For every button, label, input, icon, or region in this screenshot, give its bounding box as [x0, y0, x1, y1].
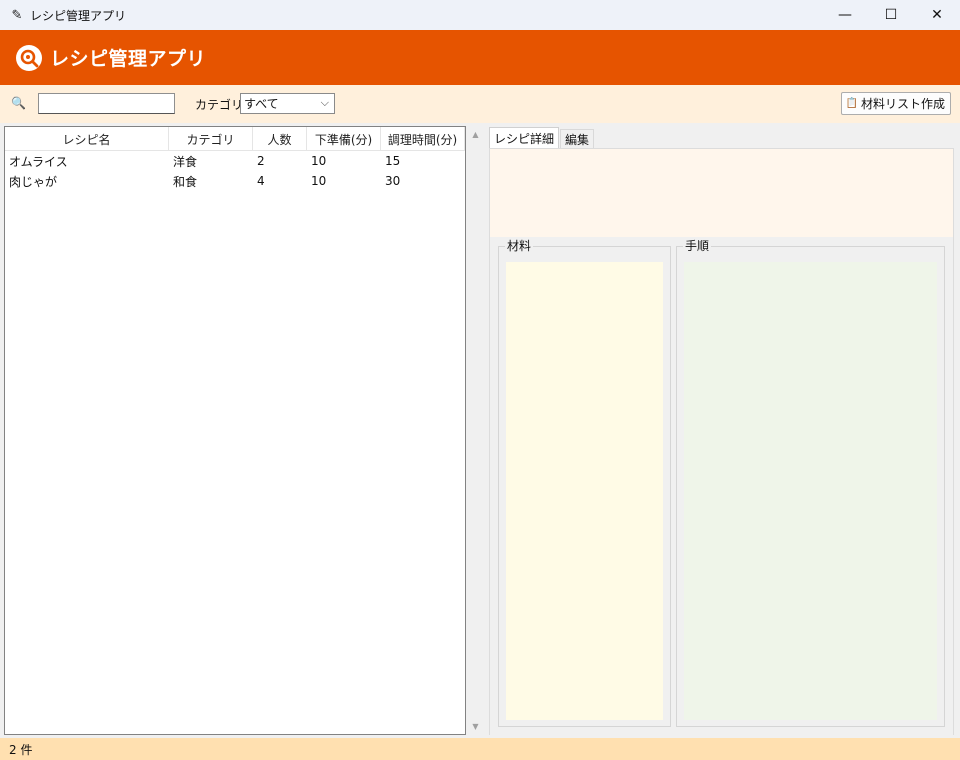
chevron-down-icon: ⌵ — [320, 96, 329, 109]
search-input[interactable] — [38, 93, 175, 114]
column-header-cook-time[interactable]: 調理時間(分) — [381, 127, 465, 151]
search-magnifier-icon — [16, 44, 42, 71]
ingredients-label: 材料 — [505, 239, 534, 253]
cell-servings: 4 — [257, 174, 265, 188]
ingredients-text[interactable] — [506, 262, 663, 720]
cell-cook-time: 15 — [385, 154, 401, 168]
table-row[interactable]: 肉じゃが 和食 4 10 30 — [5, 171, 465, 191]
steps-label: 手順 — [683, 239, 712, 253]
maximize-button[interactable]: ☐ — [868, 0, 914, 30]
steps-text[interactable] — [684, 262, 937, 720]
recipe-table[interactable]: レシピ名 カテゴリ 人数 下準備(分) 調理時間(分) オムライス 洋食 2 1… — [4, 126, 466, 735]
table-row[interactable]: オムライス 洋食 2 10 15 — [5, 151, 465, 171]
recipe-count: 2 件 — [9, 742, 33, 757]
recipe-detail-panel: 材料 手順 — [489, 148, 954, 735]
cell-cook-time: 30 — [385, 174, 401, 188]
ingredients-group: 材料 — [498, 239, 671, 727]
tab-recipe-detail[interactable]: レシピ詳細 — [489, 127, 560, 149]
recipe-detail-summary — [490, 149, 953, 237]
feather-icon: ✎ — [11, 7, 23, 23]
clipboard-icon: 📋 — [845, 98, 858, 109]
steps-group: 手順 — [676, 239, 945, 727]
scroll-up-arrow-icon[interactable]: ▲ — [467, 126, 484, 143]
create-shopping-list-button[interactable]: 📋 材料リスト作成 — [840, 92, 951, 115]
column-header-prep-time[interactable]: 下準備(分) — [307, 127, 381, 151]
recipe-detail-lower: 材料 手順 — [490, 237, 953, 735]
detail-tabs: レシピ詳細 編集 — [489, 127, 595, 149]
search-icon: 🔍 — [11, 96, 26, 110]
window-titlebar: ✎ レシピ管理アプリ — ☐ ✕ — [0, 0, 960, 30]
cell-recipe-name: 肉じゃが — [9, 174, 58, 189]
column-header-recipe-name[interactable]: レシピ名 — [5, 127, 169, 151]
close-button[interactable]: ✕ — [914, 0, 960, 30]
header-title: レシピ管理アプリ — [50, 48, 207, 70]
window-controls: — ☐ ✕ — [822, 0, 960, 30]
table-header: レシピ名 カテゴリ 人数 下準備(分) 調理時間(分) — [5, 127, 465, 151]
column-header-category[interactable]: カテゴリ — [169, 127, 253, 151]
cell-servings: 2 — [257, 154, 265, 168]
cell-category: 洋食 — [173, 154, 198, 169]
app-header: レシピ管理アプリ — [0, 30, 960, 85]
create-shopping-list-label: 材料リスト作成 — [860, 97, 945, 111]
window-title: レシピ管理アプリ — [30, 8, 127, 23]
category-selected-value: すべて — [244, 97, 279, 111]
minimize-button[interactable]: — — [822, 0, 868, 30]
cell-prep-time: 10 — [311, 154, 327, 168]
scroll-down-arrow-icon[interactable]: ▼ — [467, 718, 484, 735]
column-header-servings[interactable]: 人数 — [253, 127, 307, 151]
cell-recipe-name: オムライス — [9, 154, 68, 169]
cell-category: 和食 — [173, 174, 198, 189]
tab-edit[interactable]: 編集 — [560, 129, 595, 149]
status-bar: 2 件 — [0, 738, 960, 760]
table-scrollbar[interactable]: ▲ ▼ — [467, 126, 484, 735]
toolbar: 🔍 カテゴリ: すべて ⌵ 📋 材料リスト作成 — [0, 85, 960, 123]
category-select[interactable]: すべて ⌵ — [240, 93, 335, 114]
cell-prep-time: 10 — [311, 174, 327, 188]
